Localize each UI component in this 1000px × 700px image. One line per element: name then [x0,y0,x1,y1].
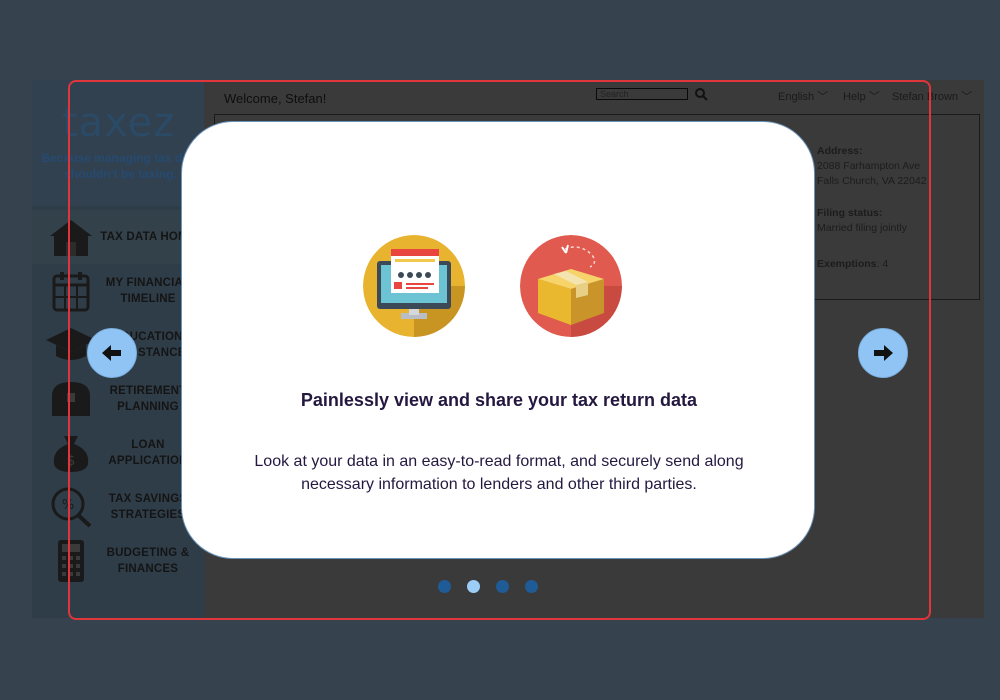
help-label: Help [843,91,866,103]
next-slide-button[interactable] [858,328,908,378]
slide-indicators [438,580,538,594]
modal-title: Painlessly view and share your tax retur… [300,390,698,410]
slide-dot-3[interactable] [496,580,509,593]
modal-description: Look at your data in an easy-to-read for… [254,453,744,493]
money-bag-icon: $ [53,436,89,472]
exemptions-value: : 4 [876,258,889,270]
house-icon [50,220,92,256]
help-menu[interactable]: Help ﹀ [843,88,880,104]
address-block: Address: 2088 Farhampton Ave Falls Churc… [817,144,927,189]
chevron-down-icon: ﹀ [817,91,829,103]
sidebar-item-financial-timeline[interactable]: MY FINANCIAL TIMELINE [32,264,204,318]
search-input[interactable]: Search [596,88,688,100]
percent-magnifier-icon: % [51,487,92,528]
sidebar-item-retirement[interactable]: RETIREMENT PLANNING [32,372,204,426]
slide-dot-2[interactable] [467,580,480,593]
language-label: English [778,91,815,103]
svg-text:%: % [62,498,74,513]
welcome-message: Welcome, Stefan! [224,91,327,106]
logo-tagline: Because managing tax data shouldn't be t… [41,151,200,181]
filing-status-value: Married filing jointly [817,222,907,234]
onboarding-modal: Painlessly view and share your tax retur… [181,121,815,559]
logo-area: taxez Because managing tax data shouldn'… [32,80,204,206]
calculator-icon [58,540,84,582]
search-icon[interactable] [694,87,708,101]
address-line-2: Falls Church, VA 22042 [817,175,927,187]
exemptions-block: Exemptions: 4 [817,257,888,272]
sidebar-item-loan[interactable]: $ LOAN APPLICATION [32,426,204,480]
sidebar-item-label: BUDGETING & FINANCES [106,547,190,575]
slide-dot-4[interactable] [525,580,538,593]
exemptions-label: Exemptions [817,258,877,270]
language-menu[interactable]: English ﹀ [778,88,828,104]
logo: taxez [62,100,176,146]
slide-dot-1[interactable] [438,580,451,593]
filing-status-block: Filing status: Married filing jointly [817,206,907,236]
sidebar-nav: TAX DATA HOME MY FINANCIAL TIMELINE EDUC… [32,210,204,588]
package-box-icon [520,235,622,337]
filing-status-label: Filing status: [817,207,883,219]
sidebar-item-tax-savings[interactable]: % TAX SAVINGS STRATEGIES [32,480,204,534]
arrow-right-icon [874,345,893,361]
sidebar-item-budgeting[interactable]: BUDGETING & FINANCES [32,534,204,588]
chevron-down-icon: ﹀ [961,91,973,103]
address-line-1: 2088 Farhampton Ave [817,160,921,172]
user-menu[interactable]: Stefan Brown ﹀ [892,88,972,104]
svg-text:$: $ [67,453,76,469]
arrow-left-icon [102,345,121,361]
top-bar: Welcome, Stefan! Search English ﹀ Help ﹀… [204,80,984,114]
sidebar-item-tax-data-home[interactable]: TAX DATA HOME [32,210,204,264]
treasure-chest-icon [52,382,90,416]
user-name: Stefan Brown [892,91,959,103]
calendar-icon [52,272,90,312]
previous-slide-button[interactable] [87,328,137,378]
chevron-down-icon: ﹀ [868,91,880,103]
address-label: Address: [817,145,863,157]
computer-screen-icon [363,235,465,337]
